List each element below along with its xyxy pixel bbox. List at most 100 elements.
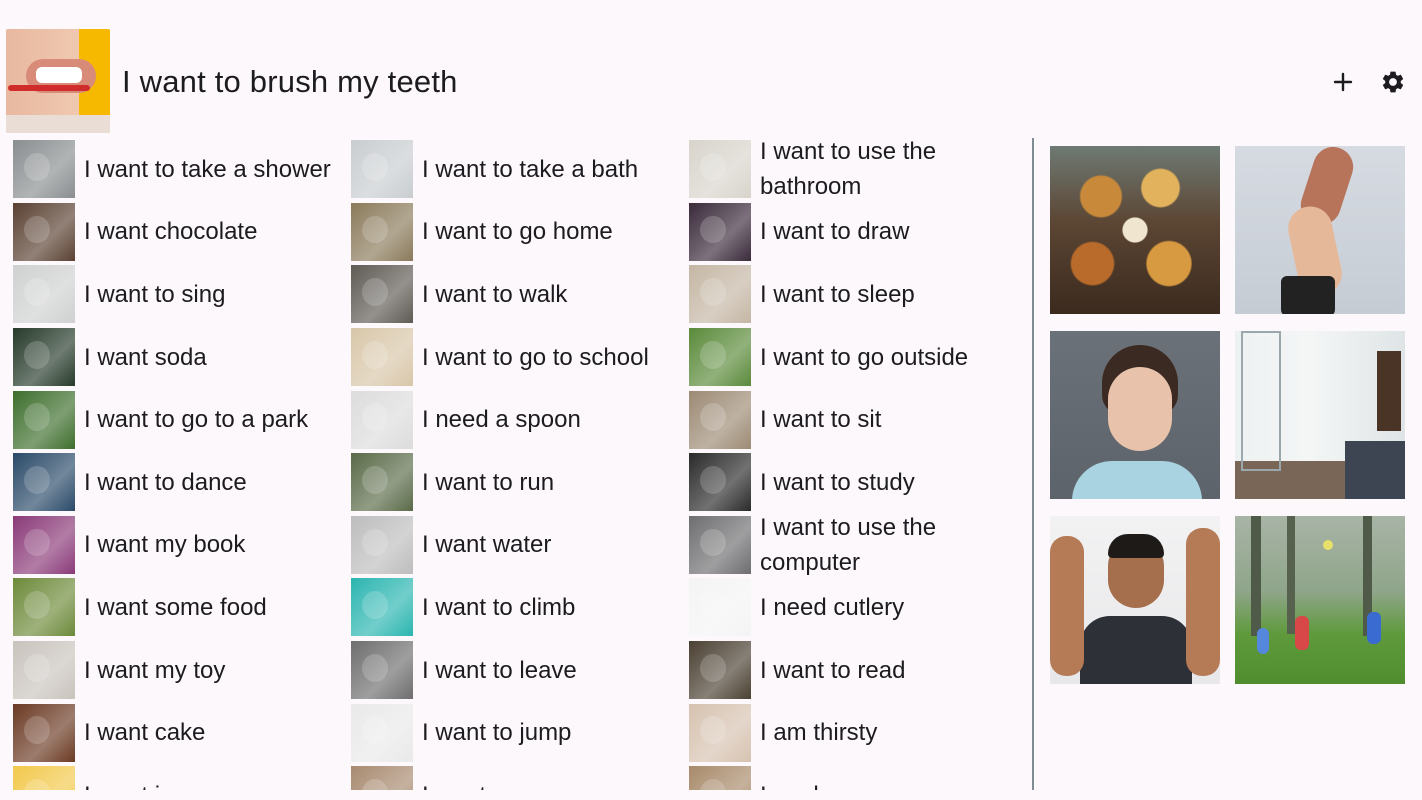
suggestion-headache-image[interactable] bbox=[1050, 331, 1220, 499]
phrase-tile[interactable]: I am thirsty bbox=[686, 701, 1024, 764]
phrase-tile[interactable]: I want to walk bbox=[348, 263, 686, 326]
phrase-image bbox=[13, 265, 75, 324]
phrase-label: I want to jump bbox=[422, 719, 572, 747]
phrase-grid: I want to take a shower I want chocolate I… bbox=[10, 138, 1030, 790]
phrase-image bbox=[689, 265, 751, 324]
current-phrase-image[interactable] bbox=[6, 29, 110, 133]
phrase-tile[interactable]: I want to sleep bbox=[686, 263, 1024, 326]
phrase-image bbox=[351, 641, 413, 700]
phrase-image bbox=[351, 140, 413, 199]
phrase-tile[interactable]: I need cutlery bbox=[686, 576, 1024, 639]
phrase-image bbox=[13, 641, 75, 700]
suggestion-thumbs-up-image[interactable] bbox=[1050, 516, 1220, 684]
phrase-image bbox=[689, 578, 751, 637]
thumb-right-shape bbox=[1186, 528, 1220, 676]
phrase-image bbox=[13, 453, 75, 512]
phrase-image bbox=[351, 515, 413, 574]
phrase-label: I want chocolate bbox=[84, 218, 258, 246]
phrase-column-2: I want to take a bath I want to go home I … bbox=[348, 138, 686, 790]
phrase-label: I want ice cream bbox=[84, 778, 259, 790]
phrase-tile[interactable]: I want to go to a park bbox=[10, 388, 348, 451]
sweater-shape bbox=[6, 115, 110, 133]
phrase-image bbox=[13, 578, 75, 637]
phrase-tile[interactable]: I am hungry bbox=[686, 764, 1024, 790]
phrase-label: I want to use the computer bbox=[760, 513, 937, 576]
suggestion-food-image[interactable] bbox=[1050, 146, 1220, 314]
mirror-shape bbox=[1377, 351, 1401, 431]
phrase-label: I want to take a shower bbox=[84, 155, 331, 183]
phrase-tile[interactable]: I want to dance bbox=[10, 451, 348, 514]
phrase-label: I want to go to school bbox=[422, 343, 649, 371]
phrase-tile[interactable]: I want to sing bbox=[10, 263, 348, 326]
phrase-label: I want some food bbox=[84, 593, 267, 621]
phrase-tile[interactable]: I want to use the computer bbox=[686, 514, 1024, 577]
toothbrush-shape bbox=[8, 85, 90, 91]
plus-icon bbox=[1333, 72, 1353, 92]
phrase-tile[interactable]: I want to leave bbox=[348, 639, 686, 702]
phrase-tile[interactable]: I want my toy bbox=[10, 639, 348, 702]
phrase-tile[interactable]: I want to sit bbox=[686, 388, 1024, 451]
phrase-image bbox=[689, 390, 751, 449]
settings-button[interactable] bbox=[1377, 66, 1409, 98]
panel-divider bbox=[1032, 138, 1034, 790]
phrase-tile[interactable]: I want to take a bath bbox=[348, 138, 686, 201]
tree-shape-2 bbox=[1287, 516, 1295, 634]
current-phrase-title: I want to brush my teeth bbox=[122, 64, 458, 99]
phrase-tile[interactable]: I want chocolate bbox=[10, 201, 348, 264]
phrase-image bbox=[689, 703, 751, 762]
phrase-tile[interactable]: I want water bbox=[348, 514, 686, 577]
suggestion-panel bbox=[1048, 146, 1408, 686]
phrase-image bbox=[689, 515, 751, 574]
phrase-image bbox=[351, 453, 413, 512]
phrase-image bbox=[351, 202, 413, 261]
phrase-label: I want to leave bbox=[422, 656, 577, 684]
suggestion-hands-image[interactable] bbox=[1235, 146, 1405, 314]
phrase-tile[interactable]: I want to run bbox=[348, 451, 686, 514]
phrase-image bbox=[351, 390, 413, 449]
phrase-image bbox=[351, 766, 413, 790]
phrase-tile[interactable]: I want to go home bbox=[348, 201, 686, 264]
phrase-tile[interactable]: I want soda bbox=[10, 326, 348, 389]
phrase-label: I need a spoon bbox=[422, 406, 581, 434]
phrase-tile[interactable]: I want to use the bathroom bbox=[686, 138, 1024, 201]
thumb-left-shape bbox=[1050, 536, 1084, 676]
ball-shape bbox=[1323, 540, 1333, 550]
phrase-tile[interactable]: I want ice cream bbox=[10, 764, 348, 790]
phrase-tile[interactable]: I want to read bbox=[686, 639, 1024, 702]
phrase-tile[interactable]: I want to climb bbox=[348, 576, 686, 639]
child-shape-3 bbox=[1257, 628, 1269, 654]
shoulders-shape bbox=[1072, 461, 1202, 499]
phrase-tile[interactable]: I want cake bbox=[10, 701, 348, 764]
cabinet-shape bbox=[1345, 441, 1405, 499]
phrase-tile[interactable]: I want to study bbox=[686, 451, 1024, 514]
phrase-label: I want to sit bbox=[760, 406, 882, 434]
phrase-label: I am thirsty bbox=[760, 719, 878, 747]
phrase-tile[interactable]: I want my mom bbox=[348, 764, 686, 790]
phrase-label: I want to take a bath bbox=[422, 155, 639, 183]
phrase-tile[interactable]: I want my book bbox=[10, 514, 348, 577]
phrase-label: I want to sleep bbox=[760, 280, 915, 308]
child-shape-1 bbox=[1295, 616, 1309, 650]
phrase-tile[interactable]: I want to go to school bbox=[348, 326, 686, 389]
phrase-label: I want my toy bbox=[84, 656, 226, 684]
suggestion-bathroom-image[interactable] bbox=[1235, 331, 1405, 499]
phrase-tile[interactable]: I want to draw bbox=[686, 201, 1024, 264]
shirt-shape bbox=[1080, 616, 1192, 684]
phrase-label: I want to run bbox=[422, 468, 555, 496]
phrase-tile[interactable]: I want to take a shower bbox=[10, 138, 348, 201]
phrase-column-3: I want to use the bathroom I want to draw… bbox=[686, 138, 1024, 790]
add-button[interactable] bbox=[1327, 66, 1359, 98]
suggestion-kids-playing-image[interactable] bbox=[1235, 516, 1405, 684]
phrase-tile[interactable]: I need a spoon bbox=[348, 388, 686, 451]
phrase-image bbox=[689, 140, 751, 199]
phrase-label: I want soda bbox=[84, 343, 207, 371]
phrase-label: I want to draw bbox=[760, 218, 910, 246]
phrase-label: I want to use the bathroom bbox=[760, 138, 937, 201]
phrase-image bbox=[13, 390, 75, 449]
phrase-tile[interactable]: I want some food bbox=[10, 576, 348, 639]
phrase-label: I want water bbox=[422, 531, 552, 559]
tree-shape-1 bbox=[1251, 516, 1261, 636]
phrase-tile[interactable]: I want to go outside bbox=[686, 326, 1024, 389]
phrase-label: I need cutlery bbox=[760, 593, 905, 621]
phrase-tile[interactable]: I want to jump bbox=[348, 701, 686, 764]
